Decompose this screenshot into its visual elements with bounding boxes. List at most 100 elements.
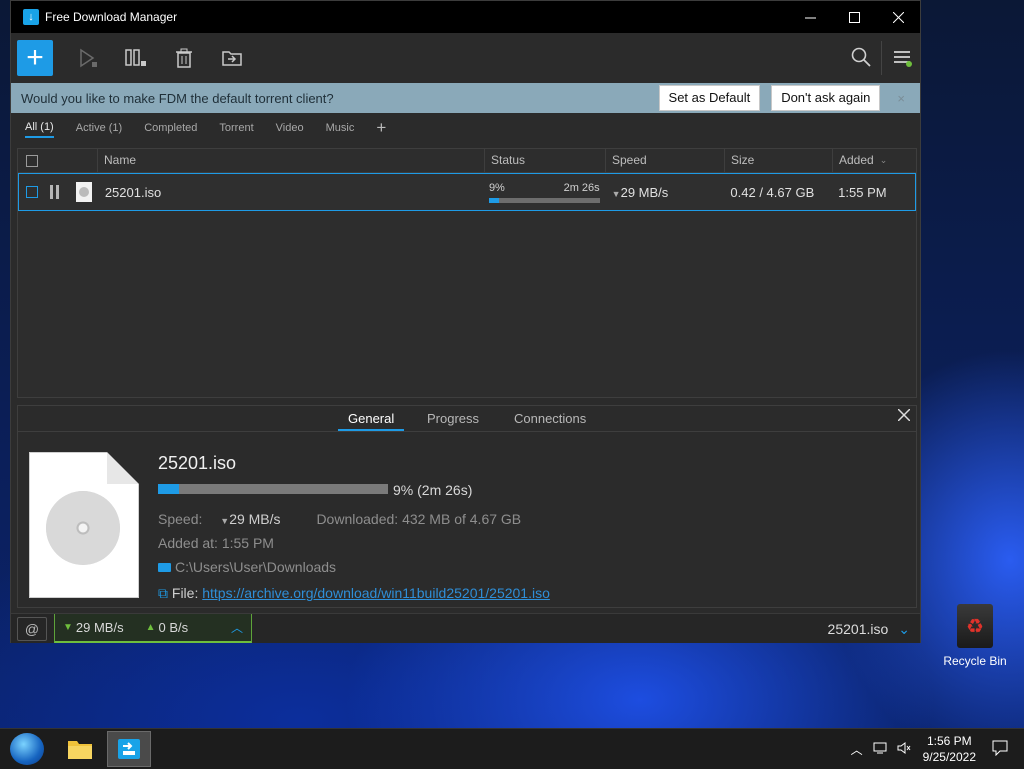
move-to-folder-button[interactable]	[221, 47, 243, 69]
details-progress-bar	[158, 484, 388, 494]
down-arrow-icon: ▼	[63, 622, 73, 633]
search-button[interactable]	[851, 47, 871, 70]
add-filter-button[interactable]: +	[376, 118, 386, 138]
clock[interactable]: 1:56 PM 9/25/2022	[923, 733, 976, 765]
main-menu-button[interactable]	[892, 47, 912, 70]
fdm-app-icon: ↓	[23, 9, 39, 25]
filter-active[interactable]: Active (1)	[76, 120, 122, 137]
tab-connections[interactable]: Connections	[514, 411, 586, 426]
filter-video[interactable]: Video	[276, 120, 304, 137]
fdm-window: ↓ Free Download Manager + Would you like…	[10, 0, 921, 643]
details-panel: General Progress Connections 25201.iso 9…	[17, 405, 917, 608]
column-size[interactable]: Size	[725, 149, 833, 172]
filter-music[interactable]: Music	[326, 120, 355, 137]
filter-torrent[interactable]: Torrent	[219, 120, 253, 137]
details-progress-text: 9% (2m 26s)	[393, 482, 473, 498]
banner-message: Would you like to make FDM the default t…	[21, 90, 334, 106]
details-close-button[interactable]	[897, 408, 911, 426]
title-bar: ↓ Free Download Manager	[11, 1, 920, 33]
details-speed-line: Speed: ▼29 MB/s Downloaded: 432 MB of 4.…	[158, 511, 521, 527]
volume-muted-icon[interactable]	[897, 741, 911, 758]
details-folder-line[interactable]: C:\Users\User\Downloads	[158, 559, 336, 575]
tab-general[interactable]: General	[338, 411, 405, 431]
speed-mode-button[interactable]: @	[17, 617, 47, 641]
taskbar-fdm[interactable]	[107, 731, 151, 767]
filter-all[interactable]: All (1)	[25, 119, 54, 138]
maximize-icon	[848, 11, 860, 23]
speed-value: 29 MB/s	[229, 511, 281, 527]
notification-icon[interactable]	[992, 740, 1008, 759]
row-speed: ▼29 MB/s	[606, 185, 725, 200]
select-all-checkbox[interactable]	[26, 154, 38, 167]
row-checkbox[interactable]	[26, 186, 38, 198]
list-header: Name Status Speed Size Added ⌄	[18, 149, 916, 173]
close-window-button[interactable]	[876, 1, 920, 33]
recycle-bin[interactable]: Recycle Bin	[930, 600, 1020, 668]
hamburger-menu-icon	[894, 50, 912, 67]
chevron-up-icon[interactable]: ︿	[851, 741, 863, 758]
chevron-down-icon: ⌄	[898, 621, 910, 637]
column-name[interactable]: Name	[98, 149, 485, 172]
tab-progress[interactable]: Progress	[427, 411, 479, 426]
row-added: 1:55 PM	[838, 184, 887, 200]
added-label: Added at:	[158, 535, 218, 551]
toolbar: +	[11, 33, 920, 83]
delete-button[interactable]	[173, 47, 195, 69]
network-icon[interactable]	[873, 741, 889, 758]
search-icon	[851, 47, 871, 67]
folder-icon	[68, 741, 92, 759]
folder-move-icon	[222, 51, 242, 66]
snail-icon: @	[24, 621, 40, 637]
trash-icon	[176, 48, 192, 68]
details-file-name: 25201.iso	[158, 453, 237, 473]
added-value: 1:55 PM	[221, 535, 274, 551]
file-url-link[interactable]: https://archive.org/download/win11build2…	[202, 585, 550, 601]
row-status: 9% 2m 26s	[485, 182, 606, 203]
row-progress-bar	[488, 197, 600, 203]
disc-icon	[46, 491, 120, 565]
minimize-button[interactable]	[788, 1, 832, 33]
fdm-app-icon	[118, 739, 140, 759]
row-status-eta: 2m 26s	[563, 181, 600, 194]
column-status[interactable]: Status	[485, 149, 606, 172]
external-link-icon: ⧉	[158, 585, 168, 601]
speed-summary[interactable]: ▼ 29 MB/s ▲ 0 B/s ︿	[54, 614, 252, 643]
filter-completed[interactable]: Completed	[144, 120, 197, 137]
row-progress-fill	[488, 197, 499, 203]
file-preview-icon	[29, 452, 139, 598]
folder-icon	[158, 563, 171, 572]
table-row[interactable]: 25201.iso 9% 2m 26s ▼29 MB/s 0.42 / 4.67…	[18, 173, 916, 211]
downloaded-value: 432 MB of 4.67 GB	[402, 511, 522, 527]
column-added-label: Added	[839, 153, 874, 167]
row-name: 25201.iso	[104, 184, 162, 200]
toolbar-right	[851, 33, 912, 83]
resume-button[interactable]	[77, 47, 99, 69]
row-pause-button[interactable]	[49, 185, 61, 199]
start-button[interactable]	[10, 733, 44, 765]
dont-ask-again-button[interactable]: Don't ask again	[771, 85, 881, 111]
folder-path: C:\Users\User\Downloads	[175, 559, 337, 575]
close-icon	[892, 11, 904, 23]
chevron-up-icon: ︿	[230, 621, 243, 635]
row-controls	[19, 182, 99, 202]
sort-chevron-icon: ⌄	[879, 155, 888, 165]
add-download-button[interactable]: +	[17, 40, 53, 76]
status-bar: @ ▼ 29 MB/s ▲ 0 B/s ︿ 25201.iso ⌄	[11, 613, 920, 643]
recycle-bin-icon	[957, 604, 993, 648]
taskbar-file-explorer[interactable]	[58, 731, 102, 767]
row-status-percent: 9%	[488, 181, 505, 194]
banner-close-button[interactable]: ×	[897, 91, 905, 106]
status-up-speed: 0 B/s	[158, 620, 189, 635]
status-current-file[interactable]: 25201.iso ⌄	[828, 621, 910, 638]
pause-button[interactable]	[125, 47, 147, 69]
set-as-default-button[interactable]: Set as Default	[658, 85, 761, 111]
maximize-button[interactable]	[832, 1, 876, 33]
speed-label: Speed:	[158, 511, 203, 527]
column-added[interactable]: Added ⌄	[833, 149, 916, 172]
system-tray: ︿ 1:56 PM 9/25/2022	[851, 729, 1024, 769]
clock-time: 1:56 PM	[926, 734, 972, 748]
recycle-bin-label: Recycle Bin	[943, 654, 1007, 668]
details-file-line: ⧉ File: https://archive.org/download/win…	[158, 585, 550, 602]
column-speed[interactable]: Speed	[606, 149, 725, 172]
file-label: File:	[171, 585, 199, 601]
